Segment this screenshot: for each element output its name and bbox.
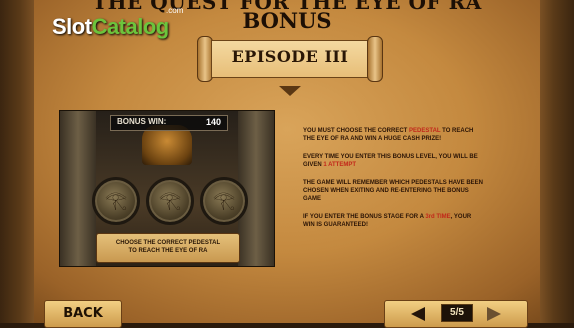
pedestal-3: 𓂀 [200,177,248,225]
rule-1-text: YOU MUST CHOOSE THE CORRECT [303,128,410,134]
pedestal-1: 𓂀 [92,177,140,225]
pedestal-2: 𓂀 [146,177,194,225]
back-button-label: BACK [63,306,103,321]
preview-caption: CHOOSE THE CORRECT PEDESTAL TO REACH THE… [96,233,240,263]
rule-2-highlight: 1 ATTEMPT [323,162,357,168]
right-edge-frame [540,0,574,323]
eye-of-ra-icon: 𓂀 [104,190,128,211]
eye-of-ra-icon: 𓂀 [212,190,236,211]
rule-2: EVERY TIME YOU ENTER THIS BONUS LEVEL, Y… [303,153,483,169]
eye-of-ra-icon: 𓂀 [158,190,182,211]
left-edge-frame [0,0,34,323]
page-indicator: 5/5 [441,304,473,322]
bonus-win-label: BONUS WIN: [117,117,167,126]
rule-4-text: IF YOU ENTER THE BONUS STAGE FOR A [303,214,426,220]
caption-line-2: TO REACH THE EYE OF RA [128,248,208,254]
rule-3-text: THE GAME WILL REMEMBER WHICH PEDESTALS H… [303,180,484,202]
rule-4-highlight: 3rd TIME [425,214,451,220]
watermark-catalog: Catalog [91,14,170,39]
scroll-roll-right [367,36,383,82]
rule-3: THE GAME WILL REMEMBER WHICH PEDESTALS H… [303,179,483,203]
pillar-left [60,111,96,266]
bonus-preview-image: BONUS WIN: 140 𓂀 𓂀 𓂀 CHOOSE THE CORRECT … [59,110,275,267]
caption-line-1: CHOOSE THE CORRECT PEDESTAL [115,240,221,246]
episode-banner: EPISODE III [197,36,383,82]
back-button[interactable]: BACK [44,300,122,328]
arrow-down-icon [279,86,301,96]
bonus-win-display: BONUS WIN: 140 [110,115,228,131]
next-page-icon[interactable] [487,307,501,321]
watermark-com: .com [166,6,184,15]
episode-label: EPISODE III [231,47,349,66]
rule-1: YOU MUST CHOOSE THE CORRECT PEDESTAL TO … [303,127,483,143]
bonus-win-value: 140 [205,117,221,127]
page-navigation: 5/5 [384,300,528,328]
prev-page-icon[interactable] [411,307,425,321]
rule-1-highlight: PEDESTAL [409,128,441,134]
watermark-slot: Slot [52,14,92,39]
rules-text: YOU MUST CHOOSE THE CORRECT PEDESTAL TO … [303,127,483,239]
rule-4: IF YOU ENTER THE BONUS STAGE FOR A 3rd T… [303,213,483,229]
watermark-logo: SlotCatalog [52,14,169,40]
ra-statue [142,125,192,165]
